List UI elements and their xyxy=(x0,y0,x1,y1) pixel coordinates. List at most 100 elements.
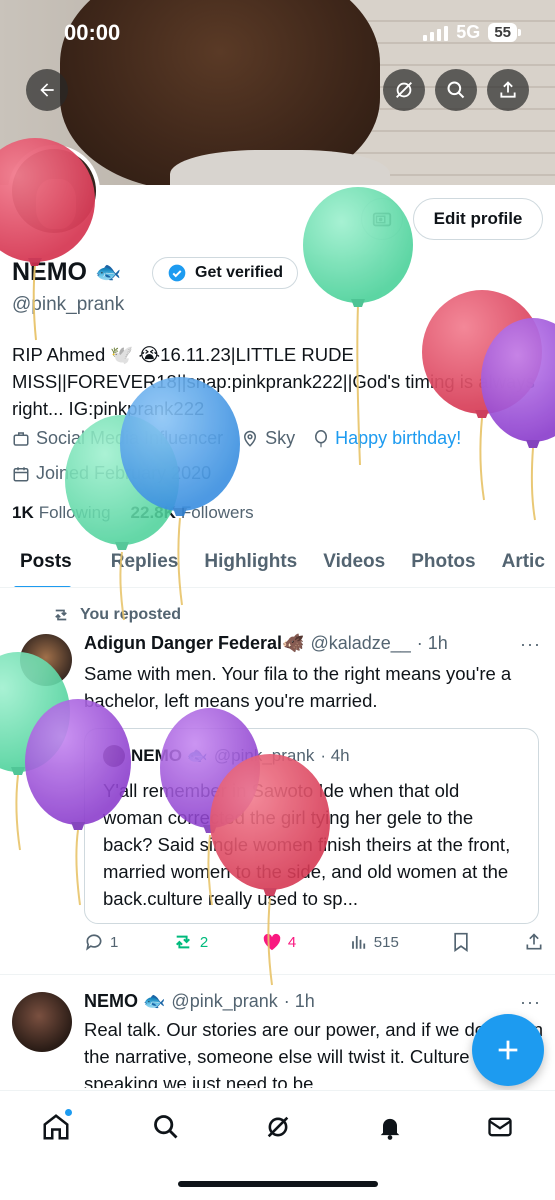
signal-icon xyxy=(423,25,449,41)
get-verified-button[interactable]: Get verified xyxy=(152,257,299,289)
location-icon xyxy=(244,430,257,447)
notification-dot xyxy=(65,1109,72,1116)
like-button[interactable]: 4 xyxy=(262,932,296,952)
quote-avatar xyxy=(103,745,125,767)
repost-count: 2 xyxy=(199,933,209,951)
search-icon xyxy=(447,81,465,99)
tab-photos[interactable]: Photos xyxy=(398,540,488,587)
quoted-post[interactable]: NEMO 🐟 @pink_prank · 4h Y'all remember i… xyxy=(84,728,539,924)
post2-header: NEMO 🐟 @pink_prank · 1h xyxy=(84,991,315,1012)
followers-label: Followers xyxy=(180,503,254,522)
repost-note: You reposted xyxy=(52,606,181,624)
camera-icon xyxy=(372,212,392,227)
nav-home[interactable] xyxy=(38,1109,74,1145)
reply-icon xyxy=(86,934,102,951)
battery-indicator: 55 xyxy=(488,23,521,42)
grok-button[interactable] xyxy=(383,69,425,111)
reply-button[interactable]: 1 xyxy=(84,932,118,952)
post2-time: · 1h xyxy=(283,991,315,1011)
repost-icon xyxy=(175,935,190,949)
home-icon xyxy=(43,1114,69,1140)
post-author-avatar[interactable] xyxy=(20,634,72,686)
views-button[interactable]: 515 xyxy=(350,932,399,952)
profile-meta: Social Media Influencer Sky Happy birthd… xyxy=(12,428,461,449)
share-icon xyxy=(526,933,542,950)
profile-tabs: Posts Replies Highlights Videos Photos A… xyxy=(0,540,555,588)
post2-author[interactable]: NEMO 🐟 xyxy=(84,991,165,1012)
like-icon xyxy=(263,933,281,951)
share-post-button[interactable] xyxy=(524,932,544,952)
following-link[interactable]: 1K Following xyxy=(12,503,111,523)
quote-time: · 4h xyxy=(320,746,350,765)
reply-count: 1 xyxy=(110,933,119,951)
post2-more-button[interactable]: ··· xyxy=(520,992,541,1013)
status-bar: 00:00 5G 55 xyxy=(0,18,555,48)
media-button[interactable] xyxy=(361,198,403,240)
grok-icon xyxy=(267,1116,289,1138)
notifications-icon xyxy=(380,1118,400,1140)
quote-header: NEMO 🐟 @pink_prank · 4h xyxy=(103,745,350,767)
quote-text: Y'all remember in Sawoto Ide when that o… xyxy=(103,780,511,909)
joined-label: Joined February 2020 xyxy=(36,463,212,483)
messages-icon xyxy=(488,1117,512,1137)
home-indicator xyxy=(178,1181,378,1187)
category-label: Social Media Influencer xyxy=(36,428,224,448)
name-emoji: 🐟 xyxy=(95,260,122,284)
tab-videos[interactable]: Videos xyxy=(310,540,398,587)
nav-messages[interactable] xyxy=(482,1109,518,1145)
joined-row: Joined February 2020 xyxy=(12,463,211,484)
briefcase-icon xyxy=(13,431,29,446)
back-arrow-icon xyxy=(40,83,54,97)
tab-articles[interactable]: Artic xyxy=(489,540,555,587)
balloon-icon xyxy=(315,429,328,447)
tab-highlights[interactable]: Highlights xyxy=(191,540,310,587)
views-count: 515 xyxy=(373,933,399,951)
post-divider xyxy=(0,974,555,975)
joined-item: Joined February 2020 xyxy=(12,463,211,484)
following-label: Following xyxy=(38,503,111,522)
post-header: Adigun Danger Federal🐗 @kaladze__ · 1h xyxy=(84,633,448,654)
birthday-item[interactable]: Happy birthday! xyxy=(313,428,461,449)
profile-bio: RIP Ahmed 🕊️ 😭16.11.23|LITTLE RUDE MISS|… xyxy=(12,344,535,419)
views-icon xyxy=(351,936,365,949)
quote-handle: @pink_prank xyxy=(213,746,315,765)
nav-grok[interactable] xyxy=(260,1109,296,1145)
post-time: · 1h xyxy=(416,633,448,653)
post-handle: @kaladze__ xyxy=(310,633,411,653)
bookmark-button[interactable] xyxy=(452,932,470,952)
followers-count: 22.8K xyxy=(130,503,176,522)
nav-search[interactable] xyxy=(148,1109,184,1145)
search-icon xyxy=(154,1115,178,1139)
nav-notifications[interactable] xyxy=(372,1109,408,1145)
back-button[interactable] xyxy=(26,69,68,111)
banner-shirt xyxy=(170,150,390,185)
profile-avatar[interactable] xyxy=(8,145,100,237)
profile-name-row: NEMO 🐟 xyxy=(12,258,121,287)
verified-badge-icon xyxy=(168,264,186,282)
post-author[interactable]: Adigun Danger Federal🐗 xyxy=(84,633,304,654)
following-count: 1K xyxy=(12,503,34,522)
repost-button[interactable]: 2 xyxy=(172,932,208,952)
category-item: Social Media Influencer xyxy=(12,428,223,449)
repost-note-label: You reposted xyxy=(80,606,182,623)
search-button[interactable] xyxy=(435,69,477,111)
repost-icon xyxy=(55,609,67,621)
get-verified-label: Get verified xyxy=(195,264,284,281)
compose-icon xyxy=(498,1040,518,1060)
birthday-label: Happy birthday! xyxy=(335,428,462,448)
post2-author-avatar[interactable] xyxy=(12,992,72,1052)
bookmark-icon xyxy=(454,932,469,952)
post-more-button[interactable]: ··· xyxy=(520,634,541,655)
tab-posts[interactable]: Posts xyxy=(0,540,85,587)
grok-icon xyxy=(396,82,412,98)
status-time: 00:00 xyxy=(64,20,121,45)
edit-profile-button[interactable]: Edit profile xyxy=(413,198,543,240)
followers-link[interactable]: 22.8K Followers xyxy=(131,503,254,523)
share-button[interactable] xyxy=(487,69,529,111)
compose-button[interactable] xyxy=(472,1014,544,1086)
tab-replies[interactable]: Replies xyxy=(85,540,192,587)
follow-stats: 1K Following 22.8K Followers xyxy=(12,503,254,523)
profile-name: NEMO xyxy=(12,258,87,286)
share-icon xyxy=(500,81,516,98)
post-actions: 1 2 4 515 xyxy=(84,932,544,952)
